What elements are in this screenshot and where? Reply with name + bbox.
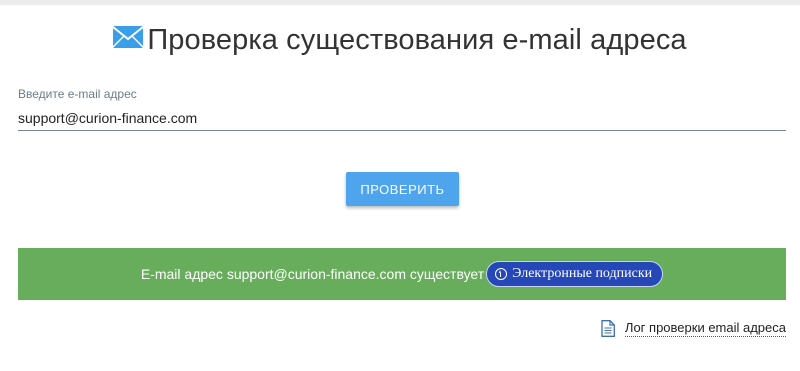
subscriptions-button-label: Электронные подписки <box>512 266 653 281</box>
document-icon <box>601 320 615 337</box>
page-title: Проверка существования e-mail адреса <box>147 23 687 56</box>
arrow-up-circle-icon <box>495 268 508 280</box>
subscriptions-button[interactable]: Электронные подписки <box>486 261 664 287</box>
email-field-label: Введите e-mail адрес <box>18 87 137 101</box>
envelope-icon <box>113 26 144 48</box>
result-banner: E-mail адрес support@curion-finance.com … <box>18 248 786 300</box>
result-message: E-mail адрес support@curion-finance.com … <box>140 266 485 282</box>
log-link[interactable]: Лог проверки email адреса <box>601 320 786 337</box>
check-button[interactable]: ПРОВЕРИТЬ <box>346 172 459 206</box>
log-link-label: Лог проверки email адреса <box>624 320 786 337</box>
email-field[interactable] <box>18 106 786 131</box>
page-header: Проверка существования e-mail адреса <box>0 18 800 62</box>
top-strip <box>0 0 800 5</box>
